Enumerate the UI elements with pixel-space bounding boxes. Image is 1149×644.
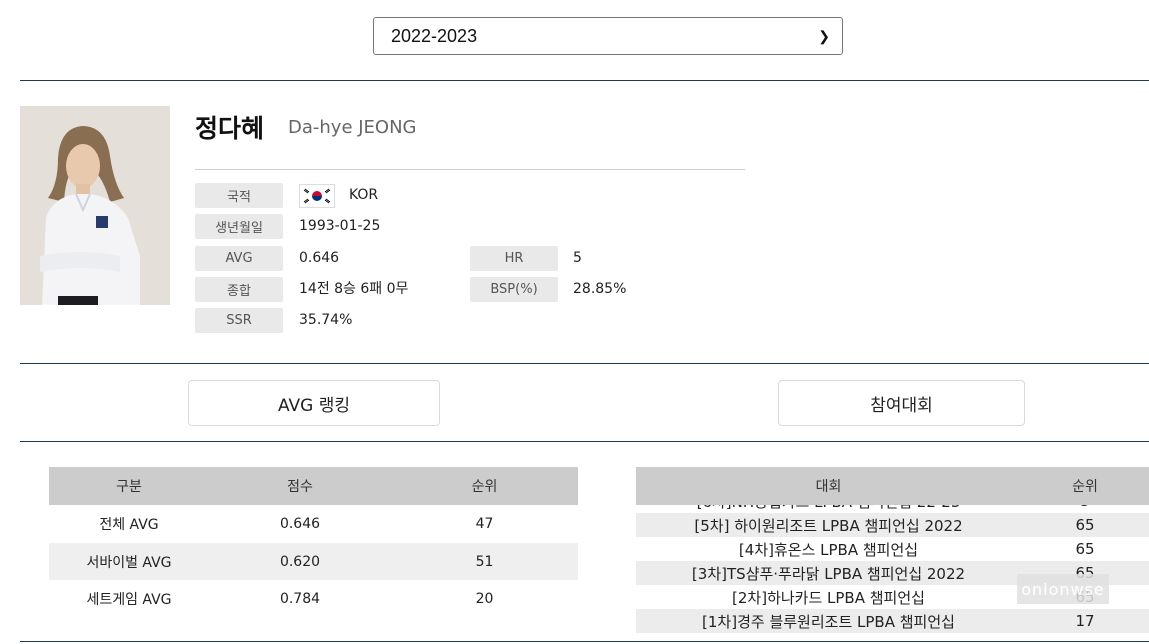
ranking-table-header: 구분 점수 순위: [49, 467, 578, 505]
table-cell: 0.646: [279, 516, 321, 532]
list-item[interactable]: [5차] 하이원리조트 LPBA 챔피언십 2022 65: [636, 513, 1149, 537]
tournament-name: [6차]NH농협카드 LPBA 챔피언십 22-23: [636, 505, 1021, 513]
avg-value: 0.646: [299, 250, 340, 266]
table-cell: 47: [475, 516, 494, 532]
hr-label: HR: [470, 246, 558, 271]
column-header-tournament: 대회: [815, 479, 842, 495]
ssr-label: SSR: [195, 308, 283, 333]
list-item[interactable]: [4차]휴온스 LPBA 챔피언십 65: [636, 537, 1149, 561]
ssr-value: 35.74%: [299, 312, 353, 328]
tournament-rank: 65: [1075, 516, 1095, 534]
table-cell: 51: [475, 553, 494, 570]
bsp-value: 28.85%: [573, 281, 627, 297]
tournament-name: [3차]TS샴푸·푸라닭 LPBA 챔피언십 2022: [691, 564, 966, 583]
divider: [20, 441, 1149, 442]
tournament-rank: 5: [1021, 505, 1149, 513]
birth-label: 생년월일: [195, 214, 283, 239]
column-header-score: 점수: [287, 479, 313, 495]
table-cell: 0.620: [279, 553, 321, 570]
record-value: 14전 8승 6패 0무: [299, 281, 409, 297]
divider: [20, 641, 1149, 642]
table-cell: 전체 AVG: [99, 517, 159, 533]
divider: [20, 80, 1149, 81]
chevron-down-icon: ❯: [818, 27, 830, 44]
column-header-rank: 순위: [471, 479, 498, 495]
tournament-rank: 17: [1075, 612, 1095, 630]
tournament-name: [4차]휴온스 LPBA 챔피언십: [738, 540, 919, 559]
player-photo: [20, 106, 170, 305]
tournament-name: [1차]경주 블루원리조트 LPBA 챔피언십: [702, 612, 955, 631]
season-select-value: 2022-2023: [391, 25, 478, 46]
tournament-name: [5차] 하이원리조트 LPBA 챔피언십 2022: [694, 516, 963, 535]
nationality-label: 국적: [195, 183, 283, 208]
table-cell: 서바이벌 AVG: [86, 554, 172, 571]
table-row: 전체 AVG 0.646 47: [49, 505, 578, 543]
bsp-label: BSP(%): [470, 277, 558, 302]
avg-label: AVG: [195, 246, 283, 271]
record-label: 종합: [195, 277, 283, 302]
table-cell: 세트게임 AVG: [86, 592, 172, 608]
tab-avg-ranking[interactable]: AVG 랭킹: [188, 380, 440, 426]
list-item[interactable]: [6차]NH농협카드 LPBA 챔피언십 22-23 5: [636, 505, 1149, 513]
table-cell: 20: [475, 591, 494, 607]
tab-tournaments[interactable]: 참여대회: [778, 380, 1025, 426]
season-select[interactable]: 2022-2023 ❯: [373, 17, 843, 55]
table-cell: 0.784: [279, 591, 321, 607]
nationality-value: KOR: [349, 187, 379, 203]
player-name-english: Da-hye JEONG: [288, 117, 417, 138]
name-divider: [195, 169, 745, 170]
column-header-rank: 순위: [1072, 479, 1098, 495]
table-row: 서바이벌 AVG 0.620 51: [49, 543, 578, 580]
hr-value: 5: [573, 250, 582, 266]
table-row: 세트게임 AVG 0.784 20: [49, 580, 578, 618]
list-item[interactable]: [1차]경주 블루원리조트 LPBA 챔피언십 17: [636, 609, 1149, 633]
birth-value: 1993-01-25: [299, 218, 381, 234]
player-name-korean: 정다혜: [195, 114, 265, 143]
tournament-list[interactable]: [6차]NH농협카드 LPBA 챔피언십 22-23 5 [5차] 하이원리조트…: [636, 505, 1149, 635]
tournament-name: [2차]하나카드 LPBA 챔피언십: [732, 588, 925, 607]
korea-flag-icon: [299, 184, 335, 208]
column-header-category: 구분: [116, 479, 142, 495]
divider: [20, 363, 1149, 364]
tournament-rank: 65: [1075, 540, 1095, 558]
tournament-table-header: 대회 순위: [636, 467, 1149, 505]
watermark: onionwse: [1017, 574, 1109, 604]
